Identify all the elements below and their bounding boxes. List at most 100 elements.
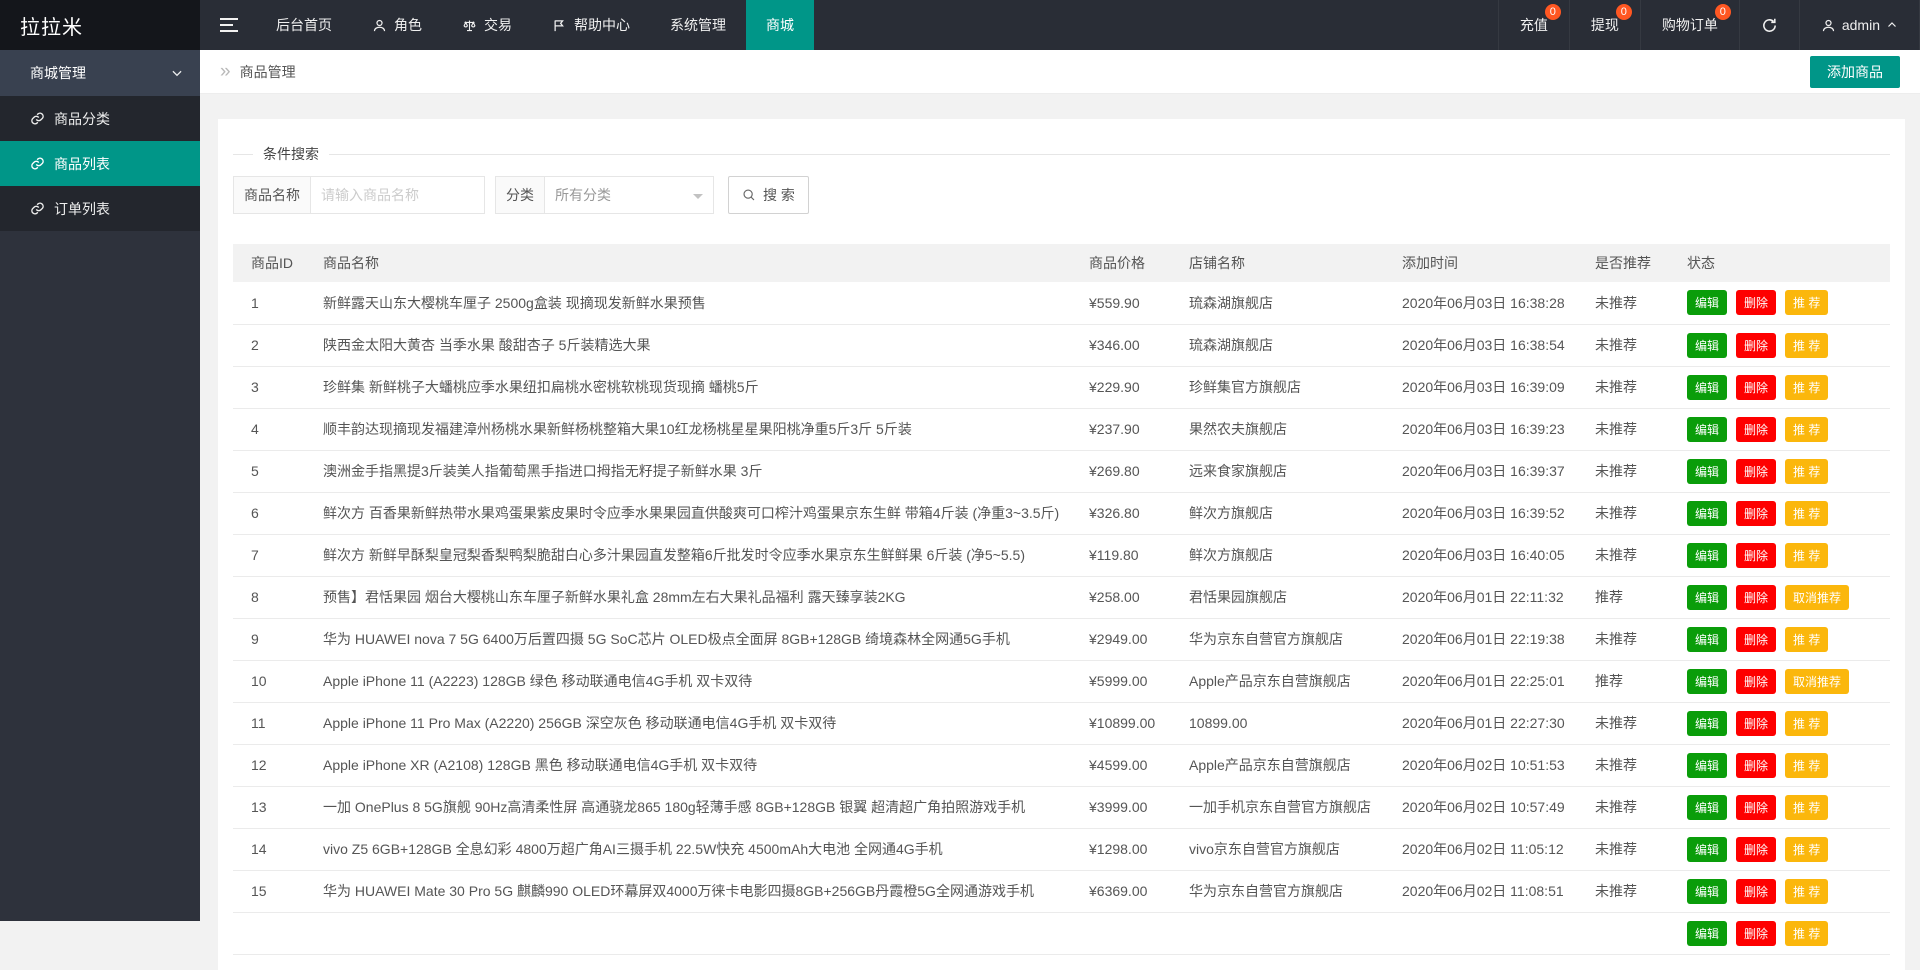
nav-item-withdraw[interactable]: 0 提现 [1569, 0, 1640, 50]
cell-price: ¥237.90 [1079, 408, 1179, 450]
sidebar-item-order-list[interactable]: 订单列表 [0, 186, 200, 231]
edit-button[interactable]: 编辑 [1687, 837, 1727, 862]
cell-name: 华为 HUAWEI Mate 30 Pro 5G 麒麟990 OLED环幕屏双4… [313, 870, 1079, 912]
edit-button[interactable]: 编辑 [1687, 333, 1727, 358]
cell-store: vivo京东自营官方旗舰店 [1179, 828, 1392, 870]
sidebar-item-product-list[interactable]: 商品列表 [0, 141, 200, 186]
search-legend: 条件搜索 [253, 144, 329, 164]
edit-button[interactable]: 编辑 [1687, 879, 1727, 904]
delete-button[interactable]: 删除 [1736, 375, 1776, 400]
recommend-button[interactable]: 取消推荐 [1785, 669, 1849, 694]
recommend-button[interactable]: 推 荐 [1785, 501, 1828, 526]
edit-button[interactable]: 编辑 [1687, 669, 1727, 694]
recommend-button[interactable]: 推 荐 [1785, 879, 1828, 904]
header-product-price: 商品价格 [1079, 244, 1179, 282]
main-content: » 商品管理 添加商品 条件搜索 商品名称 分类 所有分类 搜 索 [200, 50, 1920, 921]
hamburger-menu-icon[interactable] [200, 0, 256, 50]
recommend-button[interactable]: 推 荐 [1785, 333, 1828, 358]
recommend-button[interactable]: 推 荐 [1785, 627, 1828, 652]
user-menu[interactable]: admin [1799, 0, 1920, 50]
cell-actions: 编辑删除推 荐 [1677, 450, 1890, 492]
recommend-button[interactable]: 推 荐 [1785, 753, 1828, 778]
cell-id: 8 [233, 576, 313, 618]
sidebar-item-product-categories[interactable]: 商品分类 [0, 96, 200, 141]
nav-item-label: 提现 [1591, 15, 1619, 35]
search-button[interactable]: 搜 索 [728, 176, 809, 214]
cell-time: 2020年06月03日 16:38:28 [1392, 282, 1585, 324]
delete-button[interactable]: 删除 [1736, 417, 1776, 442]
delete-button[interactable]: 删除 [1736, 290, 1776, 315]
recommend-button[interactable]: 推 荐 [1785, 711, 1828, 736]
cell-rec: 推荐 [1585, 660, 1677, 702]
nav-item-trade[interactable]: 交易 [442, 0, 532, 50]
delete-button[interactable]: 删除 [1736, 669, 1776, 694]
nav-item-dashboard[interactable]: 后台首页 [256, 0, 352, 50]
delete-button[interactable]: 删除 [1736, 459, 1776, 484]
edit-button[interactable]: 编辑 [1687, 795, 1727, 820]
table-row: 编辑删除推 荐 [233, 912, 1890, 954]
table-row: 11Apple iPhone 11 Pro Max (A2220) 256GB … [233, 702, 1890, 744]
delete-button[interactable]: 删除 [1736, 753, 1776, 778]
recommend-button[interactable]: 取消推荐 [1785, 585, 1849, 610]
cell-actions: 编辑删除推 荐 [1677, 912, 1890, 954]
recommend-button[interactable]: 推 荐 [1785, 290, 1828, 315]
cell-name: 珍鲜集 新鲜桃子大蟠桃应季水果纽扣扁桃水密桃软桃现货现摘 蟠桃5斤 [313, 366, 1079, 408]
edit-button[interactable]: 编辑 [1687, 459, 1727, 484]
cell-name: 澳洲金手指黑提3斤装美人指葡萄黑手指进口拇指无籽提子新鲜水果 3斤 [313, 450, 1079, 492]
nav-item-mall[interactable]: 商城 [746, 0, 814, 50]
cell-rec: 未推荐 [1585, 828, 1677, 870]
delete-button[interactable]: 删除 [1736, 837, 1776, 862]
refresh-button[interactable] [1739, 0, 1799, 50]
edit-button[interactable]: 编辑 [1687, 501, 1727, 526]
recommend-button[interactable]: 推 荐 [1785, 417, 1828, 442]
nav-item-orders[interactable]: 0 购物订单 [1640, 0, 1739, 50]
edit-button[interactable]: 编辑 [1687, 921, 1727, 946]
table-row: 5澳洲金手指黑提3斤装美人指葡萄黑手指进口拇指无籽提子新鲜水果 3斤¥269.8… [233, 450, 1890, 492]
recommend-button[interactable]: 推 荐 [1785, 921, 1828, 946]
delete-button[interactable]: 删除 [1736, 501, 1776, 526]
delete-button[interactable]: 删除 [1736, 879, 1776, 904]
delete-button[interactable]: 删除 [1736, 711, 1776, 736]
category-select[interactable]: 所有分类 [544, 176, 714, 214]
edit-button[interactable]: 编辑 [1687, 375, 1727, 400]
cell-store: 一加手机京东自营官方旗舰店 [1179, 786, 1392, 828]
cell-id: 5 [233, 450, 313, 492]
nav-item-system[interactable]: 系统管理 [650, 0, 746, 50]
delete-button[interactable]: 删除 [1736, 921, 1776, 946]
table-row: 3珍鲜集 新鲜桃子大蟠桃应季水果纽扣扁桃水密桃软桃现货现摘 蟠桃5斤¥229.9… [233, 366, 1890, 408]
delete-button[interactable]: 删除 [1736, 795, 1776, 820]
add-product-button[interactable]: 添加商品 [1810, 56, 1900, 88]
edit-button[interactable]: 编辑 [1687, 711, 1727, 736]
sidebar-group-mall-management[interactable]: 商城管理 [0, 50, 200, 96]
recommend-button[interactable]: 推 荐 [1785, 375, 1828, 400]
cell-rec [1585, 912, 1677, 954]
cell-name: 新鲜露天山东大樱桃车厘子 2500g盒装 现摘现发新鲜水果预售 [313, 282, 1079, 324]
recommend-button[interactable]: 推 荐 [1785, 543, 1828, 568]
edit-button[interactable]: 编辑 [1687, 585, 1727, 610]
header-added-time: 添加时间 [1392, 244, 1585, 282]
delete-button[interactable]: 删除 [1736, 585, 1776, 610]
product-name-input[interactable] [310, 176, 485, 214]
cell-name: 一加 OnePlus 8 5G旗舰 90Hz高清柔性屏 高通骁龙865 180g… [313, 786, 1079, 828]
edit-button[interactable]: 编辑 [1687, 753, 1727, 778]
nav-item-recharge[interactable]: 0 充值 [1498, 0, 1569, 50]
nav-item-help-center[interactable]: 帮助中心 [532, 0, 650, 50]
edit-button[interactable]: 编辑 [1687, 543, 1727, 568]
table-row: 10Apple iPhone 11 (A2223) 128GB 绿色 移动联通电… [233, 660, 1890, 702]
cell-actions: 编辑删除推 荐 [1677, 492, 1890, 534]
edit-button[interactable]: 编辑 [1687, 417, 1727, 442]
cell-price: ¥269.80 [1079, 450, 1179, 492]
edit-button[interactable]: 编辑 [1687, 290, 1727, 315]
delete-button[interactable]: 删除 [1736, 333, 1776, 358]
delete-button[interactable]: 删除 [1736, 543, 1776, 568]
recommend-button[interactable]: 推 荐 [1785, 795, 1828, 820]
recommend-button[interactable]: 推 荐 [1785, 459, 1828, 484]
cell-id: 3 [233, 366, 313, 408]
cell-id: 11 [233, 702, 313, 744]
edit-button[interactable]: 编辑 [1687, 627, 1727, 652]
cell-time: 2020年06月01日 22:19:38 [1392, 618, 1585, 660]
cell-price: ¥3999.00 [1079, 786, 1179, 828]
recommend-button[interactable]: 推 荐 [1785, 837, 1828, 862]
delete-button[interactable]: 删除 [1736, 627, 1776, 652]
nav-item-roles[interactable]: 角色 [352, 0, 442, 50]
